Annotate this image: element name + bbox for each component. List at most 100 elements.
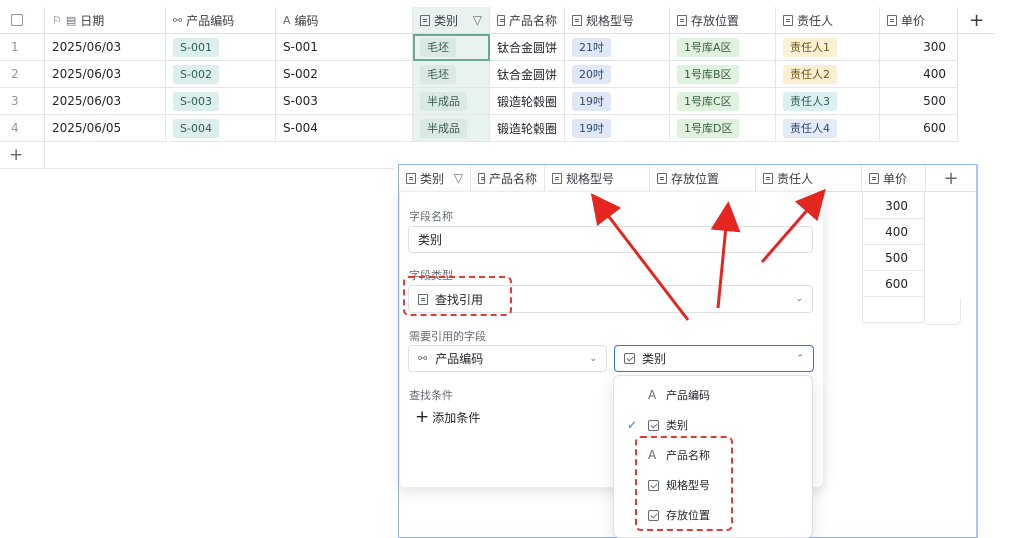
- location-cell[interactable]: 1号库B区: [670, 61, 776, 88]
- col-header-code[interactable]: ⚯ 产品编码: [166, 7, 276, 34]
- row-index-cell[interactable]: 3: [0, 88, 45, 115]
- price-value: 600: [923, 121, 946, 135]
- chevron-up-icon: ⌃: [796, 353, 804, 364]
- date-cell[interactable]: 2025/06/05: [45, 115, 166, 142]
- location-cell[interactable]: 1号库A区: [670, 34, 776, 61]
- date-cell[interactable]: 2025/06/03: [45, 61, 166, 88]
- overlay-price-column: 300 400 500 600: [862, 193, 925, 323]
- price-cell[interactable]: 600: [880, 115, 958, 142]
- dropdown-option[interactable]: A 产品编码: [614, 380, 812, 410]
- ref-target-select[interactable]: 类别 ⌃: [614, 345, 814, 372]
- row-index-cell[interactable]: 1: [0, 34, 45, 61]
- dropdown-option-partial[interactable]: [614, 530, 812, 537]
- category-tag: 半成品: [420, 118, 467, 138]
- table-row[interactable]: 2 2025/06/03 S-002 S-002 毛坯 钛合金圆饼 20吋 1号库B区 责任人2…: [0, 61, 995, 88]
- owner-cell[interactable]: 责任人3: [776, 88, 880, 115]
- name-value: 钛合金圆饼: [497, 67, 558, 82]
- overlay-col-price[interactable]: 单价: [862, 165, 926, 192]
- overlay-col-location[interactable]: 存放位置: [650, 165, 756, 192]
- spec-cell[interactable]: 21吋: [565, 34, 670, 61]
- table-row[interactable]: 1 2025/06/03 S-001 S-001 毛坯 钛合金圆饼 21吋 1号库A区 责任人1…: [0, 34, 995, 61]
- code2-value: S-004: [283, 121, 318, 135]
- lookup-icon: [763, 172, 773, 184]
- col-header-date[interactable]: ⚐ ▤ 日期: [45, 7, 166, 34]
- code-tag: S-001: [173, 37, 219, 57]
- overlay-price-cell[interactable]: 500: [862, 245, 925, 271]
- chevron-down-icon: ⌄: [589, 353, 597, 364]
- name-cell[interactable]: 锻造轮毂圈: [490, 115, 565, 142]
- row-index-cell[interactable]: 2: [0, 61, 45, 88]
- row-index-cell[interactable]: 4: [0, 115, 45, 142]
- filter-icon[interactable]: ▽: [454, 171, 463, 185]
- code2-cell[interactable]: S-003: [276, 88, 413, 115]
- table-row[interactable]: 4 2025/06/05 S-004 S-004 半成品 锻造轮毂圈 19吋 1号库D区 责任人…: [0, 115, 995, 142]
- price-cell[interactable]: 400: [880, 61, 958, 88]
- owner-cell[interactable]: 责任人1: [776, 34, 880, 61]
- overlay-header-row: 类别 ▽ 产品名称 规格型号 存放位置 责任人 单价 +: [399, 165, 976, 192]
- spec-cell[interactable]: 20吋: [565, 61, 670, 88]
- col-header-name[interactable]: 产品名称: [490, 7, 565, 34]
- spec-cell[interactable]: 19吋: [565, 88, 670, 115]
- overlay-empty-cell: [862, 297, 925, 323]
- ref-source-select[interactable]: ⚯ 产品编码 ⌄: [408, 345, 607, 372]
- overlay-price-cell[interactable]: 400: [862, 219, 925, 245]
- overlay-col-category[interactable]: 类别 ▽: [399, 165, 471, 192]
- spec-cell[interactable]: 19吋: [565, 115, 670, 142]
- add-row[interactable]: +: [0, 142, 394, 169]
- spec-tag: 21吋: [572, 37, 611, 57]
- col-header-category[interactable]: 类别 ▽: [413, 7, 490, 34]
- col-header-price[interactable]: 单价: [880, 7, 958, 34]
- code2-cell[interactable]: S-004: [276, 115, 413, 142]
- code-cell[interactable]: S-001: [166, 34, 276, 61]
- col-header-location[interactable]: 存放位置: [670, 7, 776, 34]
- location-cell[interactable]: 1号库C区: [670, 88, 776, 115]
- select-all-cell[interactable]: [0, 7, 45, 34]
- name-cell[interactable]: 锻造轮毂圈: [490, 88, 565, 115]
- add-column-button[interactable]: +: [958, 7, 995, 34]
- price-cell[interactable]: 500: [880, 88, 958, 115]
- field-name-input[interactable]: 类别: [408, 226, 813, 253]
- category-cell[interactable]: 毛坯: [413, 34, 490, 61]
- date-cell[interactable]: 2025/06/03: [45, 34, 166, 61]
- code2-cell[interactable]: S-002: [276, 61, 413, 88]
- table-row[interactable]: 3 2025/06/03 S-003 S-003 半成品 锻造轮毂圈 19吋 1号库C区 责任人…: [0, 88, 995, 115]
- code-cell[interactable]: S-002: [166, 61, 276, 88]
- overlay-add-column-button[interactable]: +: [926, 165, 976, 192]
- name-cell[interactable]: 钛合金圆饼: [490, 61, 565, 88]
- col-header-spec[interactable]: 规格型号: [565, 7, 670, 34]
- owner-cell[interactable]: 责任人4: [776, 115, 880, 142]
- lookup-icon: [783, 14, 793, 26]
- category-cell[interactable]: 半成品: [413, 88, 490, 115]
- date-value: 2025/06/03: [52, 94, 122, 108]
- row-index: 2: [11, 67, 19, 81]
- price-cell[interactable]: 300: [880, 34, 958, 61]
- col-header-code2[interactable]: A 编码: [276, 7, 413, 34]
- col-header-owner[interactable]: 责任人: [776, 7, 880, 34]
- overlay-price-cell[interactable]: 600: [862, 271, 925, 297]
- plus-icon: +: [415, 407, 430, 427]
- add-row-button[interactable]: +: [0, 142, 45, 169]
- overlay-col-spec[interactable]: 规格型号: [545, 165, 650, 192]
- code-cell[interactable]: S-004: [166, 115, 276, 142]
- overlay-col-owner[interactable]: 责任人: [756, 165, 862, 192]
- app-root: ⚐ ▤ 日期 ⚯ 产品编码 A 编码 类别 ▽ 产品名称 规格型号 存放位置 责任人 单价…: [0, 0, 1024, 538]
- overlay-price-cell[interactable]: 300: [862, 193, 925, 219]
- add-condition-button[interactable]: + 添加条件: [415, 407, 480, 427]
- category-cell[interactable]: 半成品: [413, 115, 490, 142]
- row-filler: [958, 34, 995, 61]
- filter-icon[interactable]: ▽: [473, 13, 482, 27]
- select-all-checkbox[interactable]: [11, 14, 23, 26]
- text-icon: A: [283, 13, 291, 27]
- name-cell[interactable]: 钛合金圆饼: [490, 34, 565, 61]
- owner-cell[interactable]: 责任人2: [776, 61, 880, 88]
- overlay-col-name[interactable]: 产品名称: [471, 165, 545, 192]
- highlight-field-type: [403, 276, 512, 316]
- chevron-down-icon: ⌄: [795, 294, 803, 304]
- code2-cell[interactable]: S-001: [276, 34, 413, 61]
- code-tag: S-002: [173, 64, 219, 84]
- link-icon: ⚯: [418, 352, 428, 365]
- location-cell[interactable]: 1号库D区: [670, 115, 776, 142]
- code-cell[interactable]: S-003: [166, 88, 276, 115]
- date-cell[interactable]: 2025/06/03: [45, 88, 166, 115]
- category-cell[interactable]: 毛坯: [413, 61, 490, 88]
